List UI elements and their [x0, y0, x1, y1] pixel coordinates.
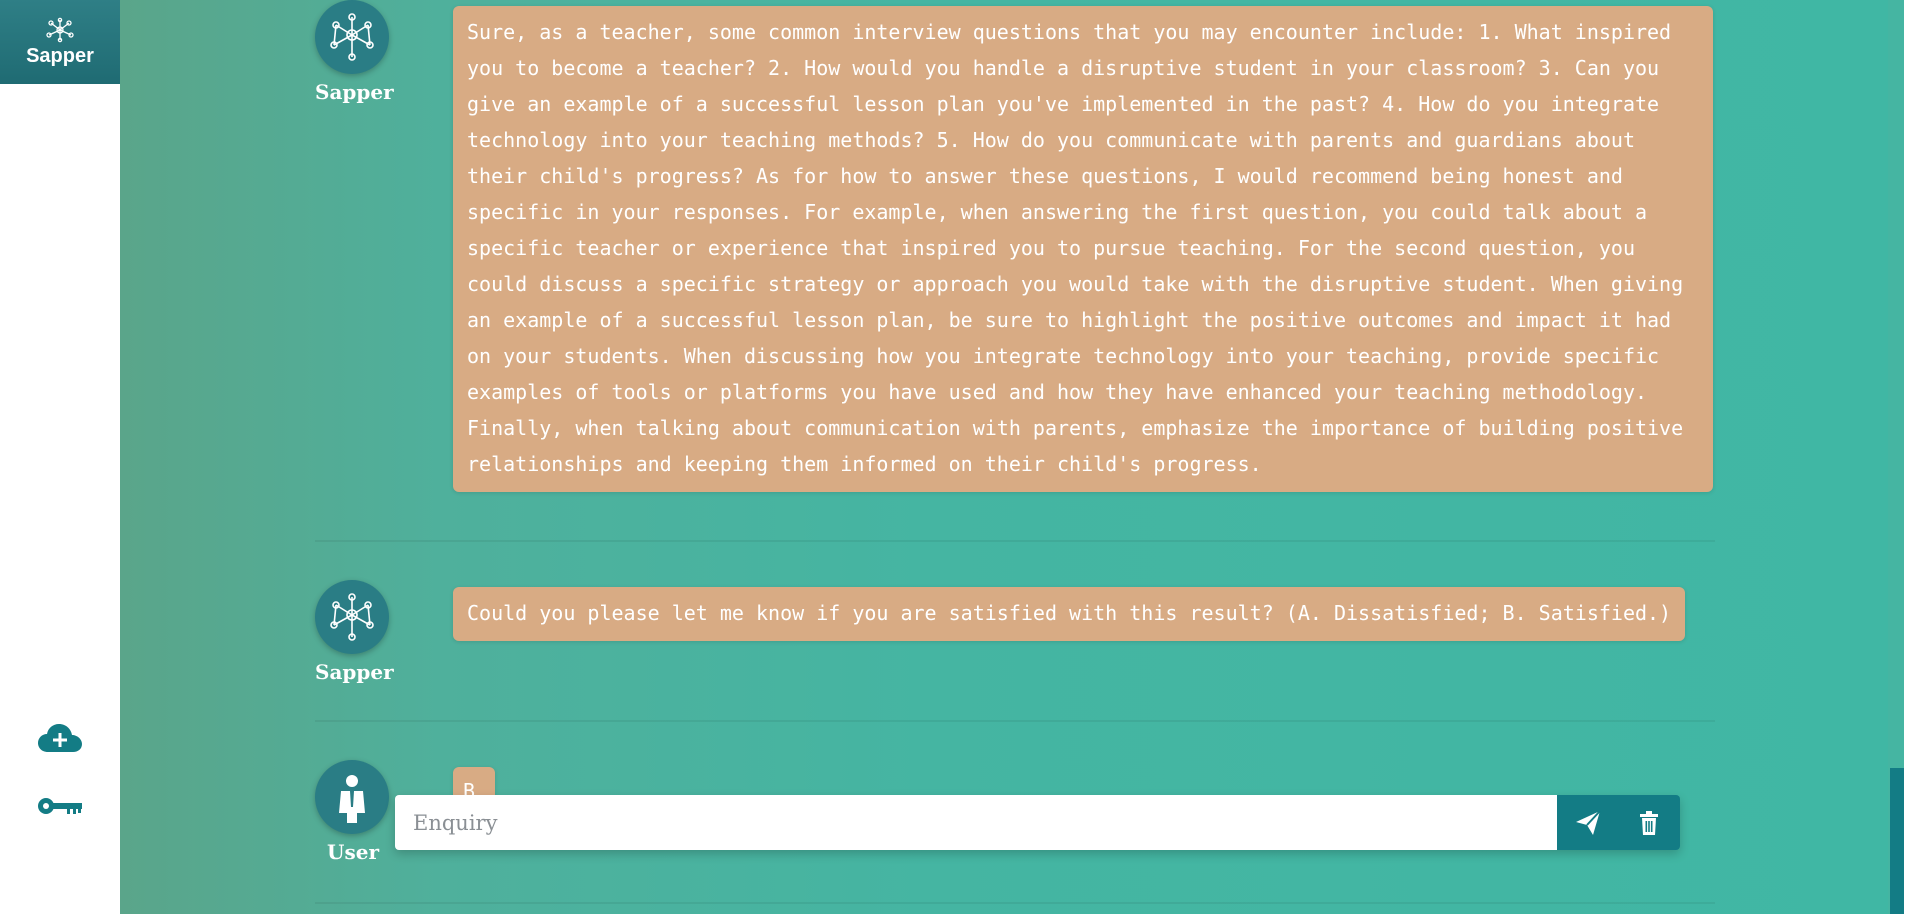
- sender-name: Sapper: [315, 80, 394, 104]
- sapper-avatar: [315, 580, 389, 654]
- sender-name: User: [327, 840, 379, 864]
- enquiry-bar: [395, 795, 1680, 850]
- network-logo-icon: [46, 17, 74, 42]
- message-avatar: User: [315, 760, 391, 864]
- sender-name: Sapper: [315, 660, 394, 684]
- api-key-button[interactable]: [36, 786, 84, 826]
- logo-label: Sapper: [26, 44, 94, 67]
- enquiry-input[interactable]: [395, 795, 1557, 850]
- scrollbar-thumb[interactable]: [1890, 768, 1904, 914]
- send-button[interactable]: [1563, 795, 1613, 850]
- sidebar: Sapper: [0, 0, 120, 914]
- message-avatar: Sapper: [315, 0, 394, 104]
- message-bubble: Could you please let me know if you are …: [453, 587, 1686, 641]
- message-bubble: Sure, as a teacher, some common intervie…: [453, 6, 1713, 492]
- message-divider: [315, 902, 1715, 904]
- delete-button[interactable]: [1624, 795, 1674, 850]
- network-icon: [330, 13, 374, 61]
- add-cloud-button[interactable]: [36, 718, 84, 758]
- user-tie-icon: [339, 775, 365, 823]
- sapper-avatar: [315, 0, 389, 74]
- chat-area: Sapper Sure, as a teacher, some common i…: [120, 0, 1904, 914]
- input-actions: [1557, 795, 1680, 850]
- network-icon: [330, 593, 374, 641]
- app-logo[interactable]: Sapper: [0, 0, 120, 84]
- scrollbar[interactable]: [1888, 0, 1904, 914]
- key-icon: [38, 798, 82, 814]
- message-avatar: Sapper: [315, 580, 394, 684]
- message-divider: [315, 540, 1715, 542]
- user-avatar: [315, 760, 389, 834]
- cloud-plus-icon: [38, 724, 82, 752]
- send-icon: [1575, 809, 1601, 835]
- trash-icon: [1640, 810, 1659, 835]
- message-divider: [315, 720, 1715, 722]
